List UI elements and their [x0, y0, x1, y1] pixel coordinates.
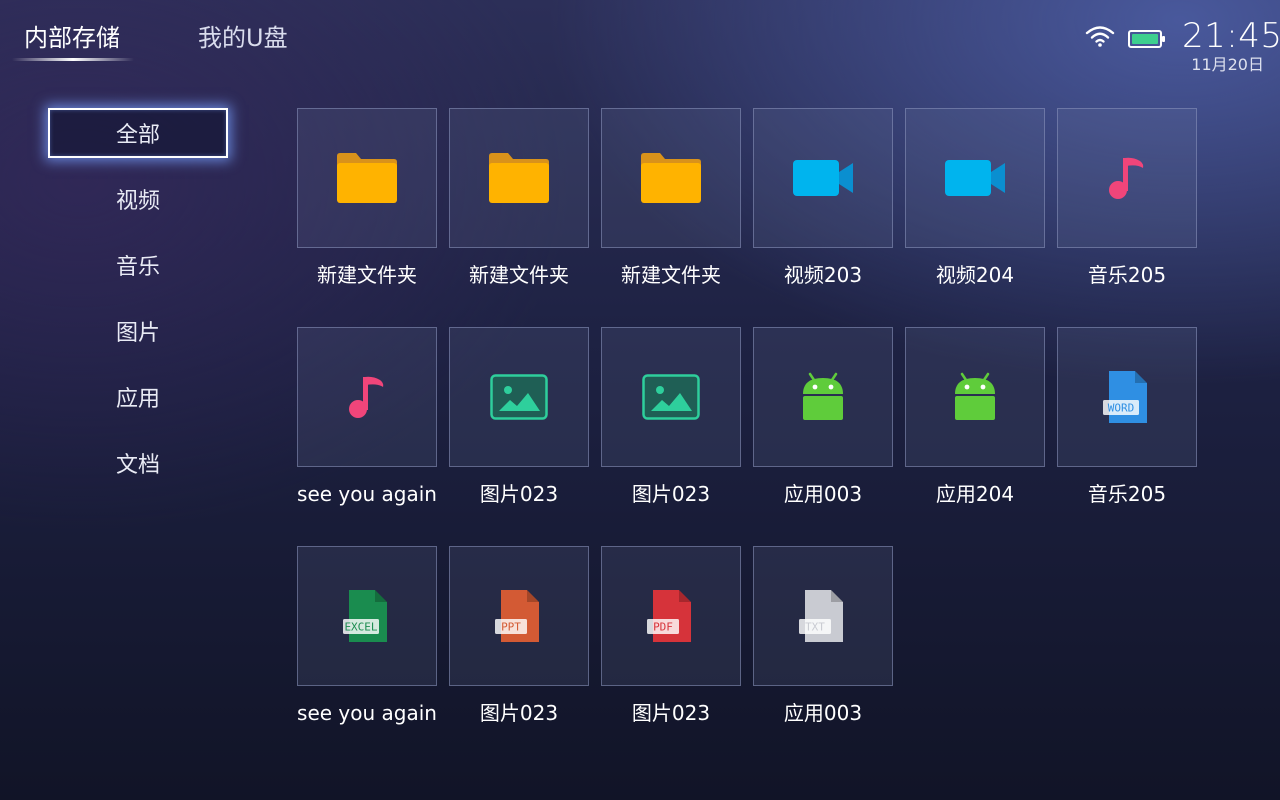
file-name-label: see you again	[297, 482, 437, 506]
file-tile[interactable]	[905, 327, 1045, 467]
file-tile[interactable]	[1057, 108, 1197, 248]
active-tab-underline	[12, 58, 134, 61]
file-tile[interactable]	[905, 108, 1045, 248]
file-name-label: 音乐205	[1087, 482, 1167, 506]
txt-doc-icon: TXT	[799, 588, 847, 644]
file-name-label: 图片023	[631, 701, 711, 725]
android-icon	[801, 372, 845, 422]
battery-icon	[1128, 30, 1165, 48]
file-tile[interactable]	[297, 108, 437, 248]
tab-internal-storage[interactable]: 内部存储	[24, 22, 120, 54]
file-tile[interactable]	[601, 327, 741, 467]
file-tile[interactable]	[449, 108, 589, 248]
file-name-label: 视频204	[935, 263, 1015, 287]
sidebar-item-images[interactable]: 图片	[48, 306, 228, 356]
android-icon	[953, 372, 997, 422]
music-icon	[1107, 155, 1147, 201]
wifi-icon	[1085, 26, 1115, 47]
file-name-label: 新建文件夹	[317, 263, 417, 287]
file-tile[interactable]: EXCEL	[297, 546, 437, 686]
file-name-label: 视频203	[783, 263, 863, 287]
folder-icon	[488, 152, 550, 204]
file-name-label: 音乐205	[1087, 263, 1167, 287]
file-name-label: 图片023	[479, 701, 559, 725]
image-icon	[642, 374, 700, 420]
file-tile[interactable]: TXT	[753, 546, 893, 686]
clock-date: 11月20日	[1191, 55, 1264, 74]
file-tile[interactable]	[753, 108, 893, 248]
pdf-doc-icon: PDF	[647, 588, 695, 644]
excel-doc-icon: EXCEL	[343, 588, 391, 644]
svg-text:TXT: TXT	[805, 621, 825, 634]
folder-icon	[336, 152, 398, 204]
svg-text:WORD: WORD	[1108, 402, 1135, 415]
file-name-label: 应用003	[783, 701, 863, 725]
file-tile[interactable]	[449, 327, 589, 467]
svg-text:PDF: PDF	[653, 621, 673, 634]
sidebar-item-music[interactable]: 音乐	[48, 240, 228, 290]
clock-time: 21:45	[1182, 16, 1280, 56]
file-name-label: 新建文件夹	[469, 263, 569, 287]
ppt-doc-icon: PPT	[495, 588, 543, 644]
file-tile[interactable]	[601, 108, 741, 248]
file-name-label: 新建文件夹	[621, 263, 721, 287]
file-name-label: 应用204	[935, 482, 1015, 506]
file-name-label: 图片023	[631, 482, 711, 506]
tab-usb-drive[interactable]: 我的U盘	[198, 22, 288, 54]
file-tile[interactable]: PPT	[449, 546, 589, 686]
sidebar-item-documents[interactable]: 文档	[48, 438, 228, 488]
sidebar-item-all[interactable]: 全部	[48, 108, 228, 158]
sidebar-item-apps[interactable]: 应用	[48, 372, 228, 422]
file-name-label: 图片023	[479, 482, 559, 506]
video-icon	[792, 158, 854, 198]
folder-icon	[640, 152, 702, 204]
word-doc-icon: WORD	[1103, 369, 1151, 425]
file-tile[interactable]	[297, 327, 437, 467]
video-icon	[944, 158, 1006, 198]
file-tile[interactable]: PDF	[601, 546, 741, 686]
file-name-label: 应用003	[783, 482, 863, 506]
svg-text:PPT: PPT	[501, 621, 521, 634]
file-name-label: see you again	[297, 701, 437, 725]
file-tile[interactable]: WORD	[1057, 327, 1197, 467]
image-icon	[490, 374, 548, 420]
svg-text:EXCEL: EXCEL	[344, 621, 377, 634]
music-icon	[347, 374, 387, 420]
sidebar-item-video[interactable]: 视频	[48, 174, 228, 224]
file-tile[interactable]	[753, 327, 893, 467]
